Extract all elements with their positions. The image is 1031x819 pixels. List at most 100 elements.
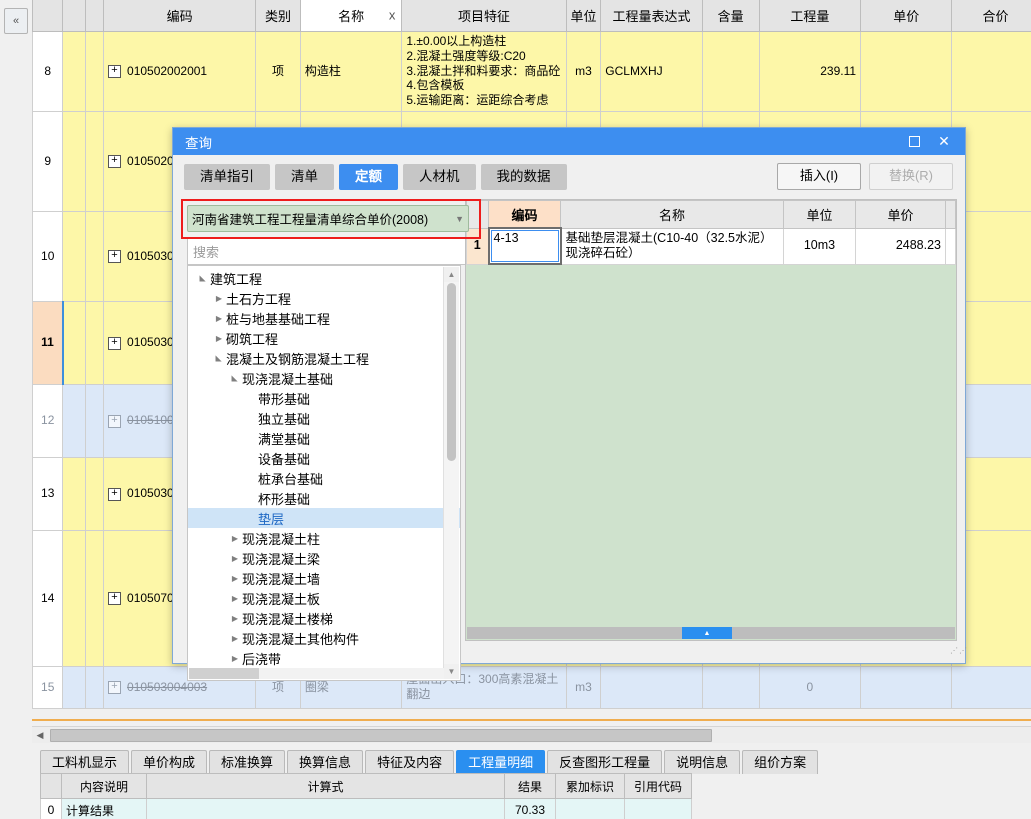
results-code-cell[interactable]: 4-13 bbox=[487, 226, 562, 266]
expand-icon[interactable]: + bbox=[108, 155, 122, 169]
tree-item[interactable]: ◢ 混凝土及钢筋混凝土工程 bbox=[188, 348, 460, 368]
tree-scrollbar-thumb[interactable] bbox=[447, 283, 456, 461]
results-scrollbar-thumb[interactable]: ▲ bbox=[682, 627, 732, 639]
table-row[interactable]: 15+010503004003项圈梁屋面出入口：300高素混凝土 翻边m300 bbox=[32, 665, 1031, 709]
detail-refcode-cell[interactable] bbox=[624, 798, 692, 819]
expand-icon[interactable]: + bbox=[108, 65, 122, 79]
chevron-right-icon[interactable]: ▶ bbox=[228, 574, 242, 583]
bottom-tab-1[interactable]: 单价构成 bbox=[131, 750, 208, 774]
tree-item[interactable]: ▶ 后浇带 bbox=[188, 648, 460, 668]
tree-item[interactable]: 带形基础 bbox=[188, 388, 460, 408]
cell-totalprice[interactable] bbox=[951, 665, 1031, 709]
cell-totalprice[interactable] bbox=[951, 30, 1031, 112]
tree-item[interactable]: ▶ 现浇混凝土柱 bbox=[188, 528, 460, 548]
col-header-totalprice[interactable]: 合价 bbox=[951, 0, 1031, 32]
col-header-expression[interactable]: 工程量表达式 bbox=[600, 0, 703, 32]
dialog-resize-grip[interactable]: ⋰⋰ bbox=[950, 647, 967, 661]
bottom-tab-7[interactable]: 说明信息 bbox=[664, 750, 741, 774]
detail-formula-cell[interactable] bbox=[146, 798, 505, 819]
bottom-tab-0[interactable]: 工料机显示 bbox=[40, 750, 130, 774]
results-price-cell[interactable]: 2488.23 bbox=[855, 227, 946, 265]
col-header-name[interactable]: 名称 x bbox=[299, 0, 403, 32]
cell-unitprice[interactable] bbox=[860, 30, 953, 112]
chevron-right-icon[interactable]: ▶ bbox=[228, 534, 242, 543]
search-input[interactable]: 搜索 bbox=[187, 237, 471, 265]
scroll-up-icon[interactable]: ▲ bbox=[444, 267, 459, 282]
tree-item[interactable]: ▶ 现浇混凝土梁 bbox=[188, 548, 460, 568]
col-header-unit[interactable]: 单位 bbox=[565, 0, 602, 32]
expand-icon[interactable]: + bbox=[108, 487, 122, 501]
bottom-tab-3[interactable]: 换算信息 bbox=[287, 750, 364, 774]
detail-col-formula[interactable]: 计算式 bbox=[146, 773, 505, 799]
cell-code[interactable]: +010502002001 bbox=[103, 30, 257, 112]
dialog-tab-3[interactable]: 人材机 bbox=[403, 164, 476, 190]
results-col-name[interactable]: 名称 bbox=[560, 200, 784, 229]
expand-icon[interactable]: + bbox=[108, 681, 122, 695]
detail-description-cell[interactable]: 计算结果 bbox=[61, 798, 147, 819]
scroll-down-icon[interactable]: ▼ bbox=[444, 664, 459, 679]
tree-item[interactable]: ▶ 现浇混凝土楼梯 bbox=[188, 608, 460, 628]
results-col-price[interactable]: 单价 bbox=[855, 200, 946, 229]
main-grid-horizontal-scrollbar[interactable]: ◀ bbox=[32, 726, 1031, 743]
results-name-cell[interactable]: 基础垫层混凝土(C10-40（32.5水泥）现浇碎石砼） bbox=[560, 227, 784, 265]
tree-expanded-icon[interactable]: ◢ bbox=[231, 371, 240, 385]
chevron-right-icon[interactable]: ▶ bbox=[212, 294, 226, 303]
expand-icon[interactable]: + bbox=[108, 592, 122, 606]
chevron-right-icon[interactable]: ▶ bbox=[228, 594, 242, 603]
close-icon[interactable]: x bbox=[389, 8, 396, 23]
col-header-unitprice[interactable]: 单价 bbox=[860, 0, 953, 32]
tree-hscrollbar-thumb[interactable] bbox=[189, 668, 259, 679]
detail-result-cell[interactable]: 70.33 bbox=[504, 798, 556, 819]
tree-expanded-icon[interactable]: ◢ bbox=[215, 351, 224, 365]
col-header-category[interactable]: 类别 bbox=[255, 0, 301, 32]
col-header-feature[interactable]: 项目特征 bbox=[401, 0, 567, 32]
dialog-tab-1[interactable]: 清单 bbox=[275, 164, 334, 190]
bottom-tab-8[interactable]: 组价方案 bbox=[742, 750, 819, 774]
table-row[interactable]: 8 +010502002001 项构造柱 1.±0.00以上构造柱 2.混凝土强度等级… bbox=[32, 30, 1031, 112]
detail-row[interactable]: 0 计算结果 70.33 bbox=[40, 798, 692, 819]
cell-expression[interactable]: GCLMXHJ bbox=[600, 30, 703, 112]
tree-item[interactable]: ▶ 桩与地基基础工程 bbox=[188, 308, 460, 328]
chevron-right-icon[interactable]: ▶ bbox=[228, 614, 242, 623]
expand-icon[interactable]: + bbox=[108, 336, 122, 350]
dialog-tab-4[interactable]: 我的数据 bbox=[480, 164, 567, 190]
price-library-select[interactable]: 河南省建筑工程工程量清单综合单价(2008) ▼ bbox=[187, 205, 469, 232]
close-icon[interactable]: ✕ bbox=[929, 130, 959, 154]
chevron-right-icon[interactable]: ▶ bbox=[228, 634, 242, 643]
detail-col-accumulate[interactable]: 累加标识 bbox=[555, 773, 625, 799]
tree-item[interactable]: ◢ 建筑工程 bbox=[188, 268, 460, 288]
tree-vertical-scrollbar[interactable]: ▲ ▼ bbox=[443, 267, 459, 679]
cell-unitprice[interactable] bbox=[860, 665, 953, 709]
tree-item[interactable]: 桩承台基础 bbox=[188, 468, 460, 488]
chevron-right-icon[interactable]: ▶ bbox=[228, 554, 242, 563]
col-header-code[interactable]: 编码 bbox=[103, 0, 257, 32]
insert-button[interactable]: 插入(I) bbox=[777, 163, 861, 190]
tree-item[interactable]: 设备基础 bbox=[188, 448, 460, 468]
tree-item[interactable]: 杯形基础 bbox=[188, 488, 460, 508]
bottom-tab-5[interactable]: 工程量明细 bbox=[456, 750, 546, 774]
cell-expression[interactable] bbox=[600, 665, 703, 709]
cell-feature[interactable]: 1.±0.00以上构造柱 2.混凝土强度等级:C20 3.混凝土拌和料要求：商品… bbox=[401, 30, 567, 112]
tree-item[interactable]: ▶ 土石方工程 bbox=[188, 288, 460, 308]
dialog-tab-2[interactable]: 定额 bbox=[339, 164, 398, 190]
detail-accumulate-cell[interactable] bbox=[555, 798, 625, 819]
tree-item[interactable]: ▶ 现浇混凝土板 bbox=[188, 588, 460, 608]
scroll-left-icon[interactable]: ◀ bbox=[32, 728, 48, 742]
tree-item[interactable]: ◢ 现浇混凝土基础 bbox=[188, 368, 460, 388]
tree-expanded-icon[interactable]: ◢ bbox=[199, 271, 208, 285]
cell-content[interactable] bbox=[701, 30, 760, 112]
tree-item[interactable]: 满堂基础 bbox=[188, 428, 460, 448]
cell-unit[interactable]: m3 bbox=[565, 665, 602, 709]
cell-name[interactable]: 构造柱 bbox=[299, 30, 403, 112]
scrollbar-thumb[interactable] bbox=[50, 728, 712, 742]
cell-category[interactable]: 项 bbox=[255, 30, 301, 112]
bottom-tab-4[interactable]: 特征及内容 bbox=[365, 750, 455, 774]
category-tree[interactable]: ◢ 建筑工程 ▶ 土石方工程 ▶ 桩与地基基础工程 ▶ 砌筑工程 ◢ 混凝土及钢筋混凝土工程 ◢ 现浇… bbox=[187, 265, 461, 681]
expand-icon[interactable]: + bbox=[108, 414, 122, 428]
cell-quantity[interactable]: 0 bbox=[758, 665, 862, 709]
chevron-right-icon[interactable]: ▶ bbox=[212, 314, 226, 323]
detail-col-refcode[interactable]: 引用代码 bbox=[624, 773, 692, 799]
tree-item[interactable]: ▶ 砌筑工程 bbox=[188, 328, 460, 348]
tree-item[interactable]: ▶ 现浇混凝土其他构件 bbox=[188, 628, 460, 648]
detail-col-result[interactable]: 结果 bbox=[504, 773, 556, 799]
